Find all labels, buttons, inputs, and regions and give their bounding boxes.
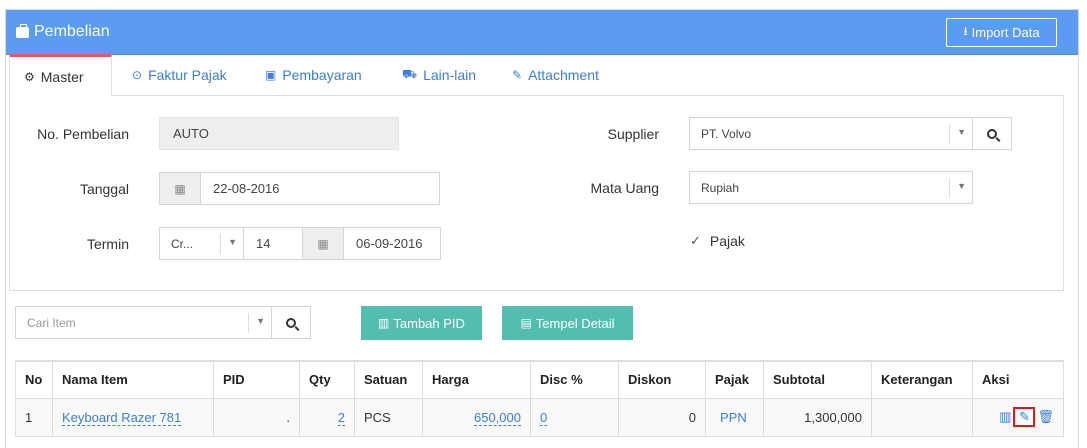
cell-disc: 0 (530, 397, 619, 437)
gears-icon: ⚙ (24, 69, 35, 84)
tempel-detail-button[interactable]: ▤ Tempel Detail (502, 306, 633, 340)
cell-diskon: 0 (618, 397, 706, 437)
no-pembelian-label: No. Pembelian (37, 126, 129, 142)
tab-bar: ⚙ Master ⊙ Faktur Pajak ▣ Pembayaran ⛟ L… (9, 54, 1064, 97)
panel-header: Pembelian ⭳ Import Data (6, 10, 1078, 55)
col-header: Qty (299, 360, 355, 399)
briefcase-icon (16, 23, 29, 38)
panel-title: Pembelian (16, 23, 110, 41)
cell-harga: 650,000 (422, 397, 531, 437)
col-header: PID (213, 360, 300, 399)
search-icon (987, 128, 997, 139)
disc-editable[interactable]: 0 (540, 409, 548, 426)
supplier-value: PT. Volvo (701, 126, 752, 141)
mata-uang-select[interactable]: Rupiah ▼ (689, 171, 973, 204)
col-header: Nama Item (52, 360, 214, 399)
termin-date-input[interactable]: 06-09-2016 (343, 227, 441, 260)
barcode-icon: ▥ (378, 316, 390, 330)
money-icon: ▣ (265, 68, 277, 82)
row-actions: ▥ ✎ 🗑 (982, 407, 1054, 427)
items-table: No Nama Item PID Qty Satuan Harga Disc %… (15, 360, 1064, 437)
tab-faktur-pajak-label: Faktur Pajak (148, 67, 227, 83)
cell-keterangan[interactable] (871, 397, 973, 437)
trash-icon[interactable]: 🗑 (1037, 409, 1054, 425)
truck-icon: ⛟ (402, 67, 418, 81)
tab-attachment-label: Attachment (528, 67, 599, 83)
tab-master-label: Master (40, 68, 84, 85)
supplier-select[interactable]: PT. Volvo ▼ (689, 117, 973, 150)
no-pembelian-field: AUTO (159, 117, 399, 150)
cell-satuan: PCS (354, 397, 423, 437)
cari-item-placeholder: Cari Item (27, 315, 76, 330)
col-header: Pajak (705, 360, 764, 399)
caret-down-icon: ▼ (228, 237, 237, 247)
import-data-button[interactable]: ⭳ Import Data (946, 18, 1057, 47)
cell-subtotal: 1,300,000 (763, 397, 872, 437)
cell-no: 1 (15, 397, 53, 437)
cari-item-select[interactable]: Cari Item ▼ (15, 306, 272, 339)
tab-pembayaran-label: Pembayaran (282, 67, 362, 83)
col-header: Aksi (972, 360, 1064, 399)
barcode-icon[interactable]: ▥ (999, 409, 1011, 425)
panel-title-text: Pembelian (34, 23, 110, 40)
select-separator (220, 234, 221, 254)
mata-uang-value: Rupiah (701, 180, 740, 195)
cell-pid[interactable]: . (213, 397, 300, 437)
tab-faktur-pajak[interactable]: ⊙ Faktur Pajak (132, 54, 227, 96)
supplier-search-button[interactable] (972, 117, 1012, 150)
tanggal-label: Tanggal (79, 181, 129, 197)
download-icon: ⭳ (963, 24, 968, 38)
nama-item-link[interactable]: Keyboard Razer 781 (62, 409, 182, 426)
select-separator (248, 313, 249, 333)
calendar-icon[interactable]: ▦ (159, 172, 201, 205)
paperclip-icon: ✎ (512, 68, 523, 82)
check-circle-icon: ⊙ (132, 68, 143, 82)
calendar-icon[interactable]: ▦ (302, 227, 344, 260)
tab-pembayaran[interactable]: ▣ Pembayaran (265, 54, 362, 96)
harga-editable[interactable]: 650,000 (474, 409, 521, 426)
tab-lain-lain-label: Lain-lain (423, 67, 477, 83)
pajak-checkbox[interactable]: ✓ Pajak (690, 233, 745, 249)
select-separator (949, 178, 950, 198)
cell-pajak: PPN (705, 397, 764, 437)
supplier-label: Supplier (607, 126, 659, 142)
tempel-detail-label: Tempel Detail (535, 315, 615, 331)
cell-aksi: ▥ ✎ 🗑 (972, 397, 1064, 437)
tambah-pid-button[interactable]: ▥ Tambah PID (361, 306, 482, 340)
pajak-label: Pajak (709, 233, 745, 249)
paste-icon: ▤ (520, 316, 532, 330)
caret-down-icon: ▼ (957, 127, 966, 137)
pajak-link[interactable]: PPN (715, 410, 747, 425)
cell-qty: 2 (299, 397, 355, 437)
tambah-pid-label: Tambah PID (393, 315, 465, 331)
col-header: Disc % (530, 360, 619, 399)
col-header: Subtotal (763, 360, 872, 399)
search-icon (286, 317, 296, 328)
col-header: Keterangan (871, 360, 973, 399)
edit-pencil-icon[interactable]: ✎ (1013, 407, 1036, 427)
qty-editable[interactable]: 2 (337, 409, 345, 426)
tab-attachment[interactable]: ✎ Attachment (512, 54, 599, 96)
col-header: Satuan (354, 360, 423, 399)
checkmark-icon: ✓ (690, 233, 701, 248)
item-search-button[interactable] (271, 306, 311, 339)
select-separator (949, 124, 950, 144)
col-header: No (15, 360, 53, 399)
caret-down-icon: ▼ (256, 316, 265, 326)
termin-days-input[interactable]: 14 (243, 227, 303, 260)
tab-lain-lain[interactable]: ⛟ Lain-lain (402, 54, 476, 96)
termin-label: Termin (86, 236, 129, 252)
tab-master[interactable]: ⚙ Master (9, 54, 112, 97)
table-row: 1 Keyboard Razer 781 . 2 PCS 650,000 0 0… (15, 397, 1064, 437)
caret-down-icon: ▼ (957, 181, 966, 191)
termin-type-select[interactable]: Cr... ▼ (159, 227, 244, 260)
mata-uang-label: Mata Uang (590, 180, 659, 196)
table-header-row: No Nama Item PID Qty Satuan Harga Disc %… (15, 360, 1064, 399)
cell-nama-item: Keyboard Razer 781 (52, 397, 214, 437)
tanggal-input[interactable]: 22-08-2016 (200, 172, 440, 205)
col-header: Harga (422, 360, 531, 399)
col-header: Diskon (618, 360, 706, 399)
import-data-label: Import Data (971, 25, 1040, 40)
termin-type-value: Cr... (171, 236, 194, 251)
